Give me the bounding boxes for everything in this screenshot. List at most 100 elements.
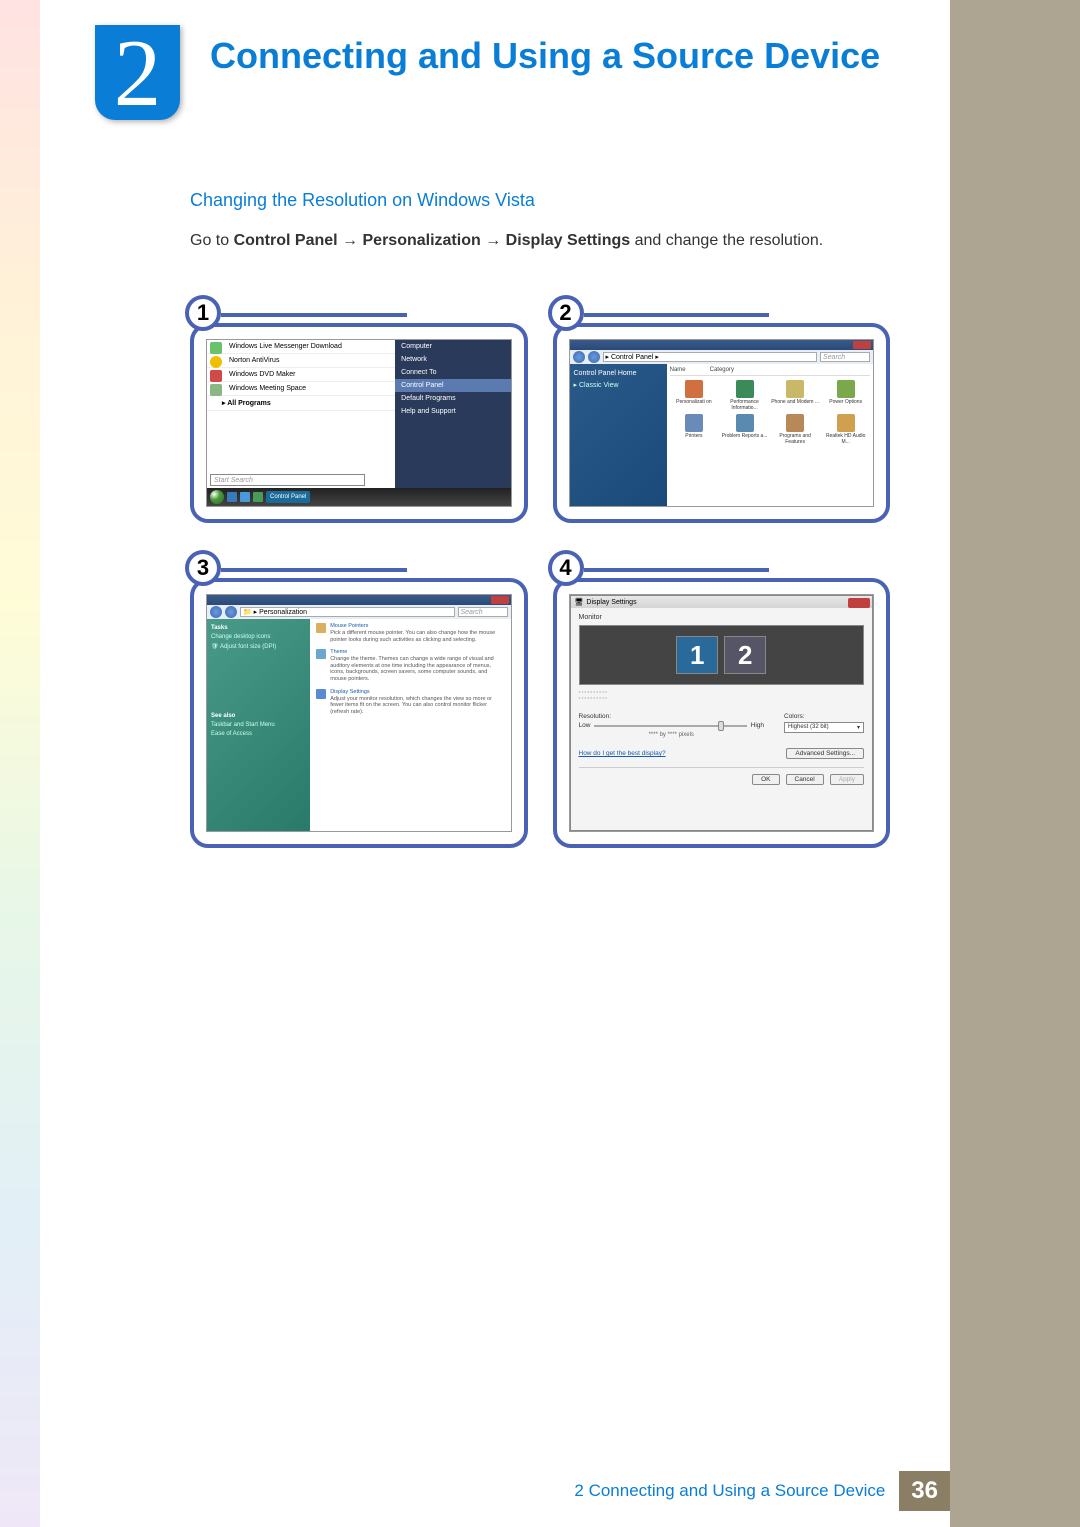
forward-button[interactable] bbox=[225, 606, 237, 618]
personalization-section[interactable]: Display SettingsAdjust your monitor reso… bbox=[316, 689, 504, 716]
slider-low-label: Low bbox=[579, 722, 591, 729]
control-panel-icon[interactable]: Programs and Features bbox=[771, 414, 820, 445]
step-badge-1: 1 bbox=[185, 295, 221, 331]
close-icon[interactable] bbox=[491, 596, 509, 604]
resolution-slider[interactable] bbox=[594, 725, 746, 727]
colors-label: Colors: bbox=[784, 713, 864, 720]
start-orb-icon[interactable] bbox=[210, 490, 224, 504]
search-input[interactable]: Search bbox=[458, 607, 508, 617]
badge-connector bbox=[584, 313, 770, 317]
search-input[interactable]: Search bbox=[820, 352, 870, 362]
instr-prefix: Go to bbox=[190, 232, 234, 249]
instruction-text: Go to Control Panel → Personalization → … bbox=[190, 229, 890, 253]
ok-button[interactable]: OK bbox=[752, 774, 779, 785]
left-decorative-stripe bbox=[0, 0, 40, 1527]
monitor-layout-preview[interactable]: 1 2 bbox=[579, 625, 865, 685]
control-panel-icon[interactable]: Printers bbox=[670, 414, 719, 445]
monitor-1[interactable]: 1 bbox=[676, 636, 718, 674]
step-1-frame: 1 Windows Live Messenger Download Norton… bbox=[190, 323, 528, 523]
see-also-link[interactable]: Taskbar and Start Menu bbox=[211, 722, 306, 728]
start-menu-item[interactable]: Windows Meeting Space bbox=[207, 382, 395, 396]
monitor-tab[interactable]: Monitor bbox=[579, 614, 865, 621]
instr-path-3: Display Settings bbox=[506, 232, 630, 249]
step-4-frame: 4 🖥 Display Settings Monitor bbox=[553, 578, 891, 848]
control-panel-icon[interactable]: Power Options bbox=[821, 380, 870, 411]
column-header[interactable]: Name bbox=[670, 367, 710, 373]
see-also-header: See also bbox=[211, 713, 306, 719]
slider-high-label: High bbox=[751, 722, 764, 729]
badge-connector bbox=[221, 313, 407, 317]
step-badge-3: 3 bbox=[185, 550, 221, 586]
placeholder-text: ********** ********** bbox=[579, 691, 865, 703]
personalization-sidebar: Tasks Change desktop icons 🛡 Adjust font… bbox=[207, 619, 310, 831]
chapter-title: Connecting and Using a Source Device bbox=[210, 35, 880, 77]
start-search-input[interactable]: Start Search bbox=[210, 474, 365, 486]
taskbar-button[interactable]: Control Panel bbox=[266, 491, 310, 503]
control-panel-icon[interactable]: Phone and Modem ... bbox=[771, 380, 820, 411]
control-panel-main: NameCategory Personalizati onPerformance… bbox=[667, 364, 873, 506]
control-panel-icon[interactable]: Personalizati on bbox=[670, 380, 719, 411]
sidebar-classic-view[interactable]: ▸ Classic View bbox=[574, 381, 663, 389]
taskbar-icon[interactable] bbox=[253, 492, 263, 502]
start-right-item[interactable]: Help and Support bbox=[395, 405, 510, 418]
address-bar[interactable]: 📁 ▸ Personalization bbox=[240, 607, 455, 617]
section-subheading: Changing the Resolution on Windows Vista bbox=[190, 190, 890, 211]
start-menu-item[interactable]: Norton AntiVirus bbox=[207, 354, 395, 368]
taskbar-media-icon[interactable] bbox=[240, 492, 250, 502]
step-badge-4: 4 bbox=[548, 550, 584, 586]
chapter-number-badge: 2 bbox=[95, 25, 180, 120]
control-panel-icon[interactable]: Realtek HD Audio M... bbox=[821, 414, 870, 445]
window-titlebar bbox=[570, 340, 874, 350]
cancel-button[interactable]: Cancel bbox=[786, 774, 824, 785]
start-right-item[interactable]: Connect To bbox=[395, 366, 510, 379]
taskbar-ie-icon[interactable] bbox=[227, 492, 237, 502]
start-menu-item[interactable]: Windows Live Messenger Download bbox=[207, 340, 395, 354]
start-menu-left: Windows Live Messenger Download Norton A… bbox=[207, 340, 395, 488]
help-link[interactable]: How do I get the best display? bbox=[579, 750, 666, 757]
address-bar[interactable]: ▸ Control Panel ▸ bbox=[603, 352, 818, 362]
badge-connector bbox=[584, 568, 770, 572]
start-menu-item[interactable]: Windows DVD Maker bbox=[207, 368, 395, 382]
close-icon[interactable] bbox=[848, 598, 870, 608]
start-right-item[interactable]: Network bbox=[395, 353, 510, 366]
advanced-settings-button[interactable]: Advanced Settings... bbox=[786, 748, 864, 759]
resolution-label: Resolution: bbox=[579, 713, 765, 720]
start-right-item[interactable]: Computer bbox=[395, 340, 510, 353]
arrow-icon: → bbox=[342, 232, 362, 249]
column-header[interactable]: Category bbox=[710, 367, 734, 373]
instr-path-1: Control Panel bbox=[234, 232, 338, 249]
personalization-main: Mouse PointersPick a different mouse poi… bbox=[310, 619, 510, 831]
task-link[interactable]: 🛡 Adjust font size (DPI) bbox=[211, 643, 306, 650]
right-margin-column bbox=[950, 0, 1080, 1527]
start-right-item[interactable]: Default Programs bbox=[395, 392, 510, 405]
control-panel-sidebar: Control Panel Home ▸ Classic View bbox=[570, 364, 667, 506]
step-badge-2: 2 bbox=[548, 295, 584, 331]
control-panel-icon[interactable]: Problem Reports a... bbox=[720, 414, 769, 445]
back-button[interactable] bbox=[573, 351, 585, 363]
chevron-down-icon: ▾ bbox=[857, 724, 860, 731]
back-button[interactable] bbox=[210, 606, 222, 618]
start-menu-all-programs[interactable]: ▸ All Programs bbox=[207, 396, 395, 411]
monitor-2[interactable]: 2 bbox=[724, 636, 766, 674]
taskbar: Control Panel bbox=[207, 488, 511, 506]
see-also-link[interactable]: Ease of Access bbox=[211, 731, 306, 737]
task-link[interactable]: Change desktop icons bbox=[211, 634, 306, 640]
footer-page-number: 36 bbox=[899, 1471, 950, 1511]
sidebar-home[interactable]: Control Panel Home bbox=[574, 370, 663, 377]
forward-button[interactable] bbox=[588, 351, 600, 363]
step-2-frame: 2 ▸ Control Panel ▸ Search Control Panel… bbox=[553, 323, 891, 523]
start-right-item-control-panel[interactable]: Control Panel bbox=[395, 379, 510, 392]
colors-dropdown[interactable]: Highest (32 bit)▾ bbox=[784, 722, 864, 733]
personalization-section[interactable]: Mouse PointersPick a different mouse poi… bbox=[316, 623, 504, 643]
start-menu-right: Computer Network Connect To Control Pane… bbox=[395, 340, 510, 488]
apply-button[interactable]: Apply bbox=[830, 774, 864, 785]
personalization-section[interactable]: ThemeChange the theme. Themes can change… bbox=[316, 649, 504, 682]
window-titlebar bbox=[207, 595, 511, 605]
step-3-frame: 3 📁 ▸ Personalization Search Tasks bbox=[190, 578, 528, 848]
tasks-header: Tasks bbox=[211, 625, 306, 631]
control-panel-icon[interactable]: Performance Informatio... bbox=[720, 380, 769, 411]
arrow-icon: → bbox=[485, 232, 505, 249]
instr-suffix: and change the resolution. bbox=[635, 232, 824, 249]
badge-connector bbox=[221, 568, 407, 572]
close-icon[interactable] bbox=[853, 341, 871, 349]
